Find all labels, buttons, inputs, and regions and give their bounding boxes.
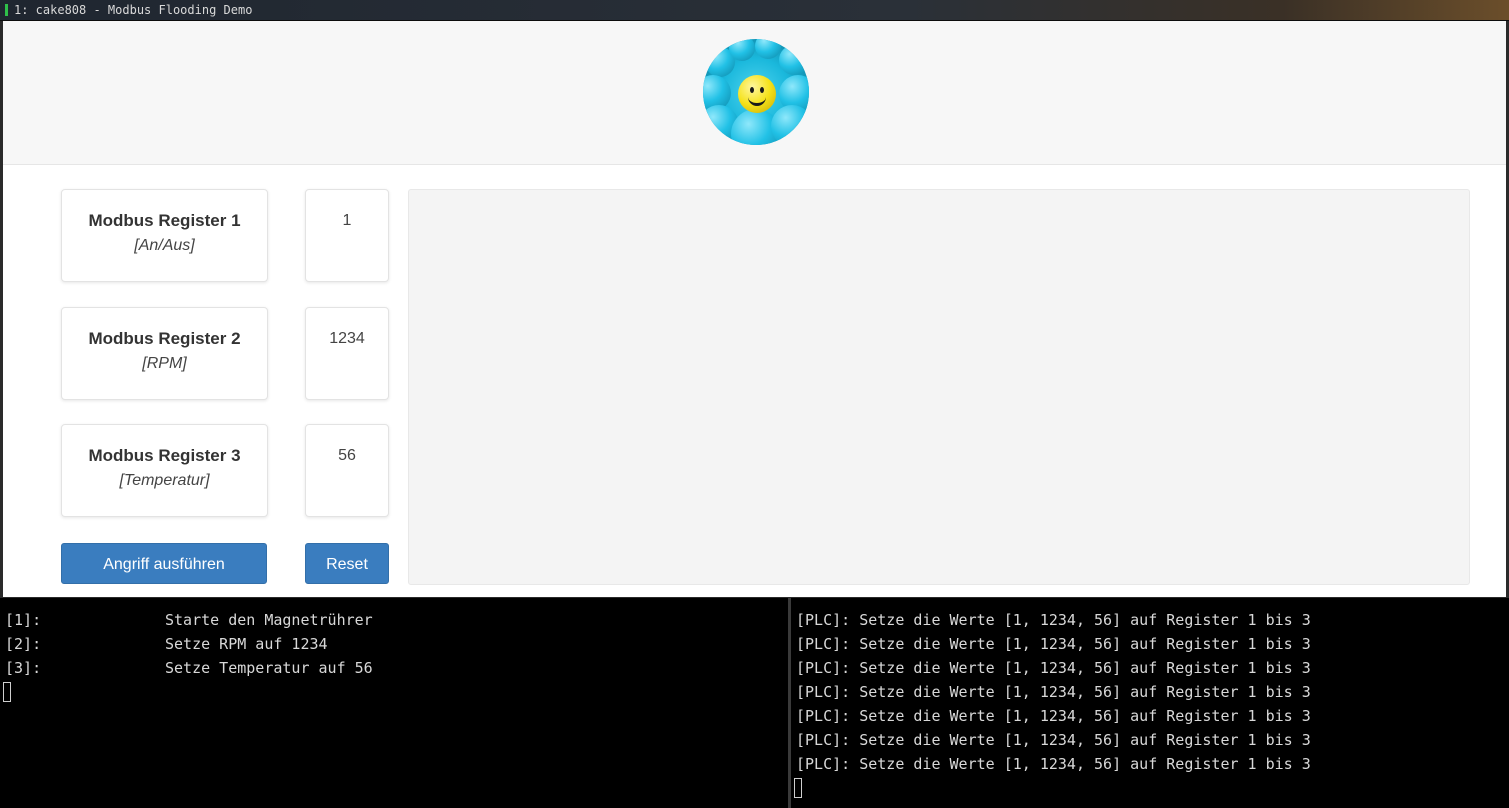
page-header (3, 21, 1506, 165)
register-value-card-3: 56 (305, 424, 389, 517)
register-unit: [RPM] (142, 355, 187, 372)
register-value-card-1: 1 (305, 189, 389, 282)
terminal-right[interactable]: [PLC]: Setze die Werte [1, 1234, 56] auf… (791, 598, 1509, 808)
register-name: Modbus Register 1 (88, 211, 241, 230)
register-card-3: Modbus Register 3 [Temperatur] (61, 424, 268, 517)
register-value-card-2: 1234 (305, 307, 389, 400)
attack-button[interactable]: Angriff ausführen (61, 543, 267, 584)
register-card-1: Modbus Register 1 [An/Aus] (61, 189, 268, 282)
output-panel (408, 189, 1470, 585)
title-bar: 1: cake808 - Modbus Flooding Demo (0, 0, 1509, 21)
smiley-face-icon (738, 75, 776, 113)
register-name: Modbus Register 2 (88, 329, 241, 348)
register-card-2: Modbus Register 2 [RPM] (61, 307, 268, 400)
terminal-line: [2]: Setze RPM auf 1234 (5, 635, 328, 653)
terminal-line: [3]: Setze Temperatur auf 56 (5, 659, 373, 677)
terminal-line: [PLC]: Setze die Werte [1, 1234, 56] auf… (796, 611, 1311, 629)
terminal-line: [PLC]: Setze die Werte [1, 1234, 56] auf… (796, 659, 1311, 677)
window-title: 1: cake808 - Modbus Flooding Demo (14, 3, 253, 17)
terminal-line: [PLC]: Setze die Werte [1, 1234, 56] auf… (796, 755, 1311, 773)
register-value: 1234 (329, 330, 365, 347)
terminal-line: [PLC]: Setze die Werte [1, 1234, 56] auf… (796, 635, 1311, 653)
terminal-line: [PLC]: Setze die Werte [1, 1234, 56] auf… (796, 707, 1311, 725)
terminal-left[interactable]: [1]: Starte den Magnetrührer [2]: Setze RP… (0, 598, 788, 808)
smiley-crowd-logo-icon (703, 39, 809, 145)
terminal-line: [1]: Starte den Magnetrührer (5, 611, 373, 629)
register-value: 1 (342, 212, 352, 229)
reset-button[interactable]: Reset (305, 543, 389, 584)
workspace-marker (5, 4, 8, 16)
terminal-cursor (3, 682, 11, 702)
terminal-line: [PLC]: Setze die Werte [1, 1234, 56] auf… (796, 731, 1311, 749)
app-window: 1: cake808 - Modbus Flooding Demo Modbus… (0, 0, 1509, 808)
register-name: Modbus Register 3 (88, 446, 241, 465)
terminal-line: [PLC]: Setze die Werte [1, 1234, 56] auf… (796, 683, 1311, 701)
register-value: 56 (338, 447, 356, 464)
register-unit: [Temperatur] (119, 472, 210, 489)
terminal-cursor (794, 778, 802, 798)
web-page: Modbus Register 1 [An/Aus] 1 Modbus Regi… (3, 21, 1506, 597)
register-unit: [An/Aus] (134, 237, 195, 254)
